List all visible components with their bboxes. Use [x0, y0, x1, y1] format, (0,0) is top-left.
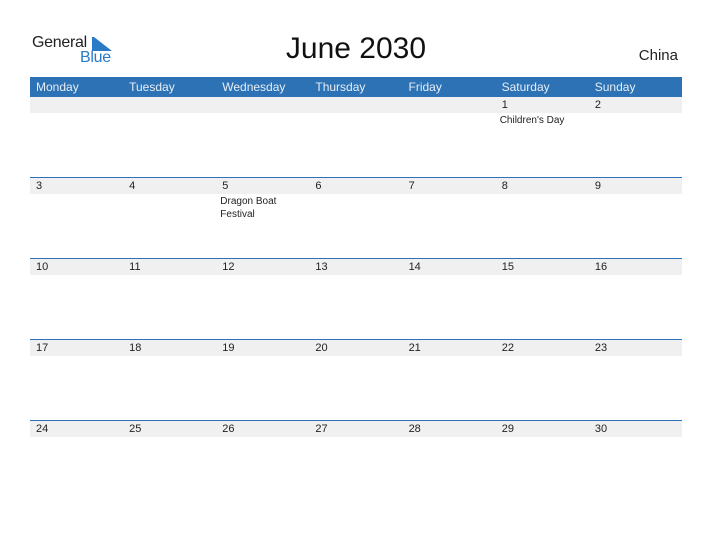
- weekday-thursday: Thursday: [315, 80, 366, 94]
- day-number: 26: [222, 423, 235, 435]
- day-cell: [123, 97, 216, 178]
- day-cell: [309, 97, 402, 178]
- day-number: 25: [129, 423, 142, 435]
- day-number: 20: [315, 342, 328, 354]
- day-cell: 12: [216, 259, 309, 340]
- day-cell: 23: [589, 340, 682, 421]
- day-cell: 22: [496, 340, 589, 421]
- day-number: 28: [408, 423, 421, 435]
- day-cell: 27: [309, 421, 402, 502]
- day-number: 27: [315, 423, 328, 435]
- day-number: 4: [129, 180, 136, 192]
- day-cell: [403, 97, 496, 178]
- day-cell: 14: [403, 259, 496, 340]
- day-number: 10: [36, 261, 49, 273]
- day-cell: [216, 97, 309, 178]
- day-cell: 2: [589, 97, 682, 178]
- day-cell: 30: [589, 421, 682, 502]
- country-label: China: [638, 47, 678, 64]
- week-row: 3 4 5 Dragon Boat Festival 6 7 8 9: [30, 177, 682, 259]
- day-cell: 10: [30, 259, 123, 340]
- day-cell: 24: [30, 421, 123, 502]
- day-number: 19: [222, 342, 235, 354]
- weekday-wednesday: Wednesday: [222, 80, 286, 94]
- day-cell: 20: [309, 340, 402, 421]
- day-number: 6: [315, 180, 322, 192]
- day-cell: 13: [309, 259, 402, 340]
- day-cell: 8: [496, 178, 589, 259]
- weekday-monday: Monday: [36, 80, 79, 94]
- day-number: 24: [36, 423, 49, 435]
- day-cell: 4: [123, 178, 216, 259]
- day-number: 30: [594, 423, 608, 435]
- week-row: 24 25 26 27 28 29 30: [30, 420, 682, 502]
- day-number: 16: [594, 261, 608, 273]
- day-number: 5: [222, 180, 229, 192]
- day-cell: 16: [589, 259, 682, 340]
- day-number: 23: [594, 342, 608, 354]
- day-cell: 29: [496, 421, 589, 502]
- weekday-sunday: Sunday: [594, 80, 636, 94]
- weekday-header: Monday Tuesday Wednesday Thursday Friday…: [30, 77, 682, 97]
- week-row: 17 18 19 20 21 22 23: [30, 339, 682, 421]
- day-cell: 11: [123, 259, 216, 340]
- day-number: 7: [408, 180, 415, 192]
- day-number: 1: [501, 99, 508, 111]
- day-cell: 26: [216, 421, 309, 502]
- day-cell: 18: [123, 340, 216, 421]
- week-row: 10 11 12 13 14 15 16: [30, 258, 682, 340]
- day-cell: 19: [216, 340, 309, 421]
- day-number: 3: [36, 180, 43, 192]
- day-cell: 21: [403, 340, 496, 421]
- day-number: 21: [408, 342, 421, 354]
- day-number: 12: [222, 261, 235, 273]
- day-number: 9: [594, 180, 601, 192]
- day-cell: 5 Dragon Boat Festival: [216, 178, 309, 259]
- day-number: 18: [129, 342, 142, 354]
- day-cell: [30, 97, 123, 178]
- day-number: 11: [129, 261, 141, 273]
- holiday-label: Children's Day: [499, 115, 565, 126]
- day-number: 2: [594, 99, 601, 111]
- holiday-label: Dragon Boat Festival: [220, 196, 277, 220]
- calendar-title: June 2030: [285, 32, 427, 65]
- week-row: 1 Children's Day 2: [30, 97, 682, 178]
- day-number: 29: [501, 423, 514, 435]
- day-number: 15: [501, 261, 514, 273]
- day-number: 13: [315, 261, 328, 273]
- day-cell: 15: [496, 259, 589, 340]
- day-cell: 9: [589, 178, 682, 259]
- day-number: 8: [501, 180, 508, 192]
- day-cell: 17: [30, 340, 123, 421]
- day-cell: 3: [30, 178, 123, 259]
- day-number: 17: [36, 342, 49, 354]
- weekday-tuesday: Tuesday: [129, 80, 175, 94]
- day-cell: 1 Children's Day: [496, 97, 589, 178]
- day-number: 22: [501, 342, 514, 354]
- day-cell: 25: [123, 421, 216, 502]
- day-cell: 6: [309, 178, 402, 259]
- day-cell: 7: [403, 178, 496, 259]
- day-number: 14: [408, 261, 421, 273]
- weekday-saturday: Saturday: [501, 80, 550, 94]
- day-cell: 28: [403, 421, 496, 502]
- weekday-friday: Friday: [408, 80, 442, 94]
